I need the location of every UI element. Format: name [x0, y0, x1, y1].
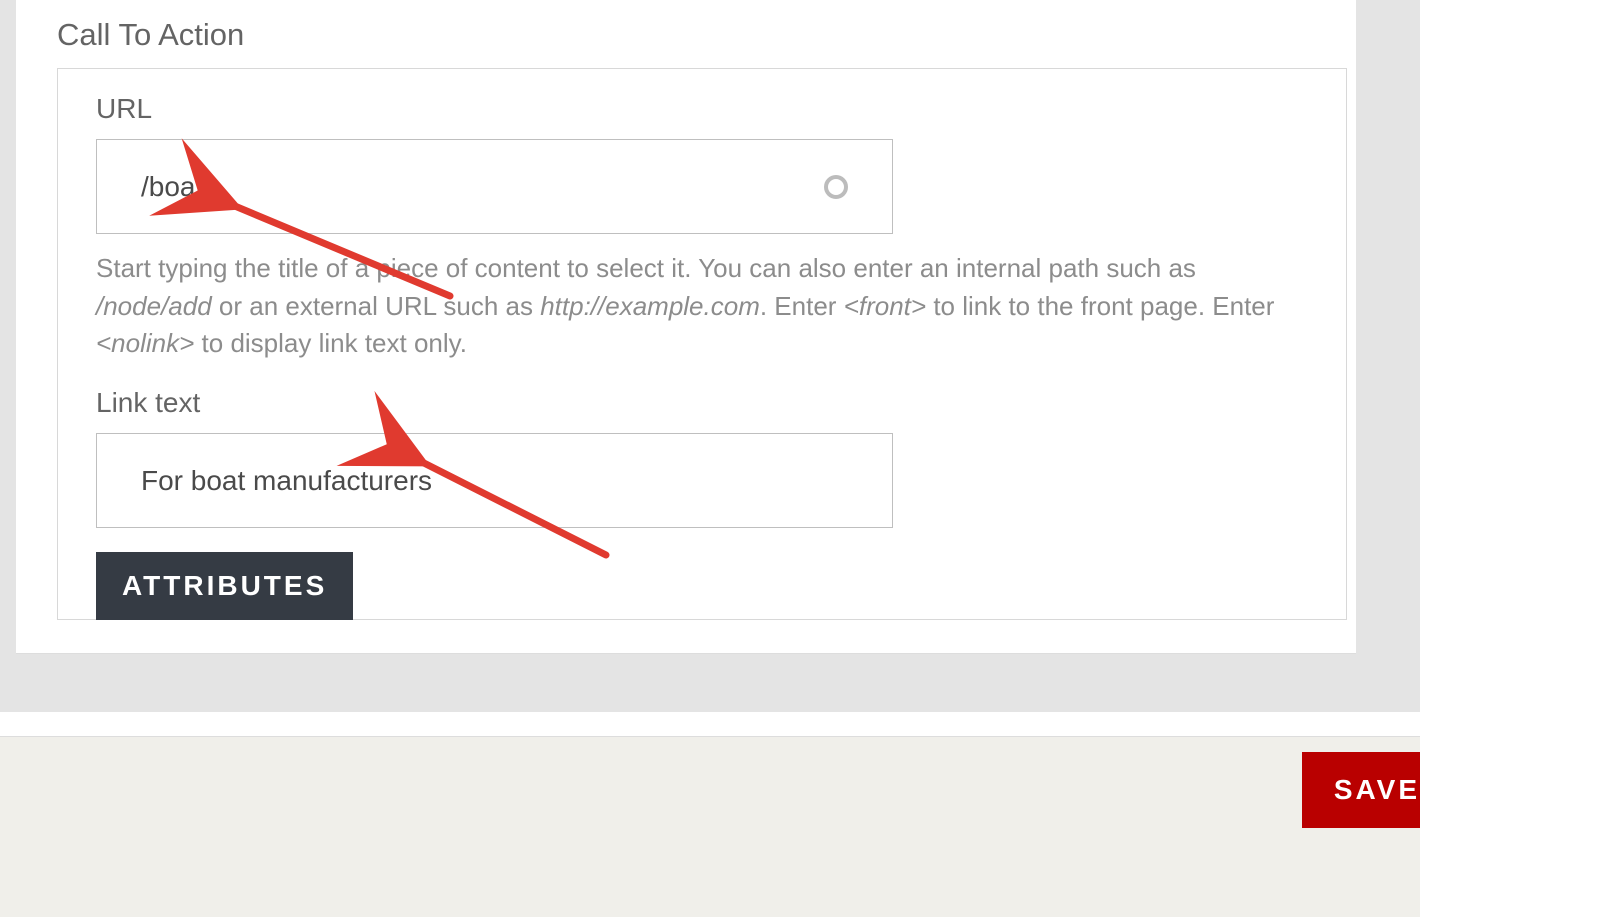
cta-fieldset: URL Start typing the title of a piece of…	[57, 68, 1347, 620]
help-text-segment: to link to the front page. Enter	[926, 291, 1274, 321]
linktext-input-wrap	[96, 433, 893, 528]
help-text-segment: or an external URL such as	[212, 291, 541, 321]
help-text-italic: <nolink>	[96, 328, 194, 358]
help-text-segment: . Enter	[760, 291, 844, 321]
url-label: URL	[96, 93, 1308, 125]
url-help-text: Start typing the title of a piece of con…	[96, 250, 1306, 363]
help-text-italic: <front>	[844, 291, 926, 321]
url-input-wrap	[96, 139, 893, 234]
loading-spinner-icon	[824, 175, 848, 199]
attributes-button[interactable]: ATTRIBUTES	[96, 552, 353, 620]
linktext-input[interactable]	[141, 434, 841, 527]
linktext-label: Link text	[96, 387, 1308, 419]
right-gutter	[1420, 0, 1600, 917]
help-text-italic: http://example.com	[540, 291, 760, 321]
url-input[interactable]	[141, 140, 841, 233]
help-text-segment: Start typing the title of a piece of con…	[96, 253, 1196, 283]
help-text-italic: /node/add	[96, 291, 212, 321]
form-card: Call To Action URL Start typing the titl…	[16, 0, 1356, 654]
section-title: Call To Action	[57, 17, 244, 53]
help-text-segment: to display link text only.	[194, 328, 467, 358]
